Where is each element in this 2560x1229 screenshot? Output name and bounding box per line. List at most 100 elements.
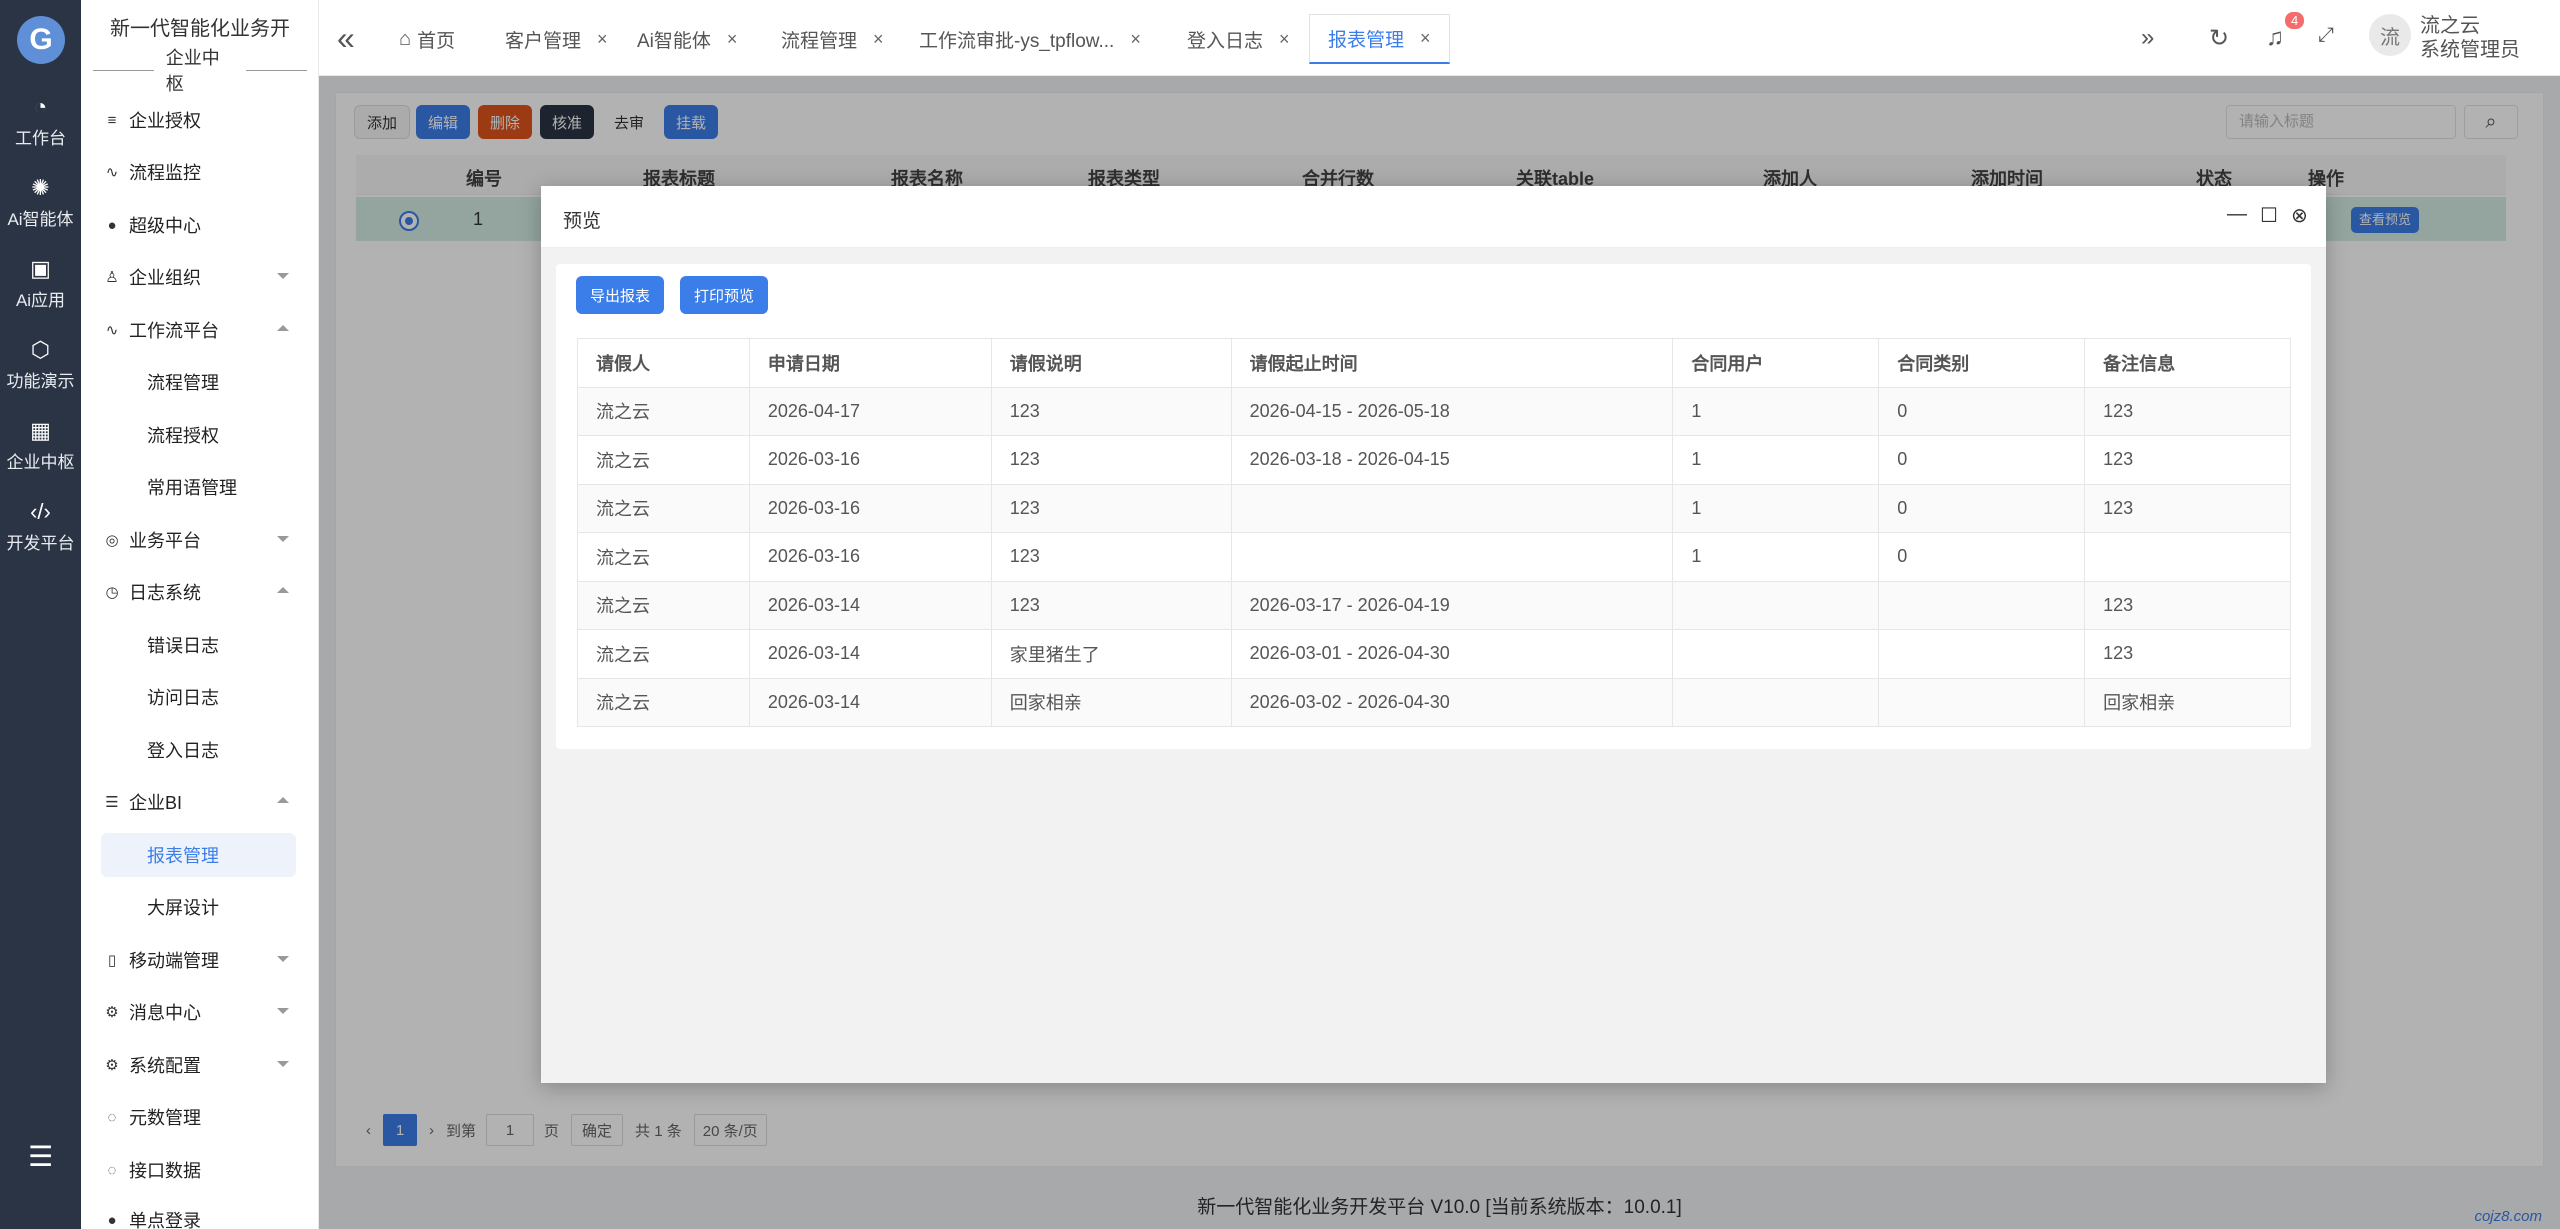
column-header: 请假说明	[990, 338, 1232, 388]
user-icon: ♙	[105, 269, 119, 286]
table-cell	[1878, 629, 2086, 679]
avatar[interactable]: 流	[2369, 14, 2411, 56]
table-row: 流之云 2026-03-16 123 1 0 123	[577, 483, 2291, 533]
print-preview-button[interactable]: 打印预览	[680, 276, 769, 314]
table-row: 流之云 2026-04-17 123 2026-04-15 - 2026-05-18 1…	[577, 386, 2291, 436]
rail-item-hub[interactable]: ▦ 企业中枢	[0, 410, 81, 480]
double-chevron-right-icon[interactable]: »	[2141, 24, 2154, 52]
rail-item-ai-agent[interactable]: ✺ Ai智能体	[0, 167, 81, 237]
mobile-icon: ▯	[107, 952, 117, 969]
menu-item-access-log[interactable]: 访问日志	[81, 675, 318, 719]
side-menu: 新一代智能化业务开 企业中枢 ≡ 企业授权 ∿ 流程监控 ● 超级中心 ♙ 企业组织 ∿…	[81, 0, 319, 1229]
table-cell	[1672, 580, 1880, 630]
table-cell: 流之云	[577, 629, 750, 679]
menu-item-enterprise-auth[interactable]: ≡ 企业授权	[81, 98, 318, 142]
export-report-button[interactable]: 导出报表	[576, 276, 665, 314]
minimize-icon[interactable]: —	[2227, 203, 2247, 226]
table-cell: 2026-03-14	[748, 677, 992, 727]
menu-label: 流程监控	[129, 163, 201, 183]
menu-item-process-manage[interactable]: 流程管理	[81, 360, 318, 404]
menu-item-phrases[interactable]: 常用语管理	[81, 465, 318, 509]
menu-item-screen-design[interactable]: 大屏设计	[81, 885, 318, 929]
menu-item-process-monitor[interactable]: ∿ 流程监控	[81, 150, 318, 194]
sliders-icon: ≡	[107, 111, 117, 129]
menu-item-error-log[interactable]: 错误日志	[81, 623, 318, 667]
chevron-down-icon	[277, 1008, 289, 1014]
rail-item-dev[interactable]: ‹/› 开发平台	[0, 491, 81, 561]
close-icon[interactable]: ×	[1279, 29, 1290, 50]
table-cell	[1878, 580, 2086, 630]
close-icon[interactable]: ×	[597, 29, 608, 50]
rail-item-ai-app[interactable]: ▣ Ai应用	[0, 248, 81, 318]
table-row: 流之云 2026-03-14 回家相亲 2026-03-02 - 2026-04-30…	[577, 677, 2291, 727]
table-cell: 123	[2084, 386, 2291, 436]
top-bar: « ⌂ 首页 客户管理 × Ai智能体 × 流程管理 × 工作流审批-ys_tpflow…	[319, 0, 2560, 76]
chevron-down-icon	[277, 1061, 289, 1067]
spinner-icon: ◌	[107, 1108, 117, 1126]
list-icon: ☰	[105, 794, 119, 811]
rail-item-demo[interactable]: ⬡ 功能演示	[0, 329, 81, 399]
menu-label: 流程管理	[147, 373, 219, 393]
table-cell: 2026-04-15 - 2026-05-18	[1230, 386, 1674, 436]
code-icon: ‹/›	[30, 498, 51, 524]
rail-item-workbench[interactable]: ◔ 工作台	[0, 86, 81, 156]
tab-report-manage[interactable]: 报表管理 ×	[1309, 14, 1450, 64]
menu-item-system-config[interactable]: ⚙ 系统配置	[81, 1043, 318, 1087]
menu-label: 流程授权	[147, 426, 219, 446]
menu-item-message[interactable]: ⚙ 消息中心	[81, 990, 318, 1034]
menu-item-business[interactable]: ◎ 业务平台	[81, 518, 318, 562]
menu-item-process-auth[interactable]: 流程授权	[81, 413, 318, 457]
table-cell: 流之云	[577, 483, 750, 533]
icon-rail: G ◔ 工作台 ✺ Ai智能体 ▣ Ai应用 ⬡ 功能演示 ▦ 企业中枢 ‹/› 开发平台 …	[0, 0, 81, 1229]
fullscreen-icon[interactable]: ⤢	[2318, 24, 2334, 47]
table-cell: 流之云	[577, 532, 750, 582]
tab-workflow-approval[interactable]: 工作流审批-ys_tpflow... ×	[901, 14, 1159, 64]
menu-item-workflow[interactable]: ∿ 工作流平台	[81, 308, 318, 352]
table-cell: 流之云	[577, 677, 750, 727]
menu-item-log-system[interactable]: ◷ 日志系统	[81, 570, 318, 614]
chevron-down-icon	[277, 956, 289, 962]
menu-label: 移动端管理	[129, 951, 219, 971]
refresh-icon[interactable]: ↻	[2209, 24, 2229, 53]
table-row: 流之云 2026-03-16 123 1 0	[577, 532, 2291, 582]
menu-toggle-icon[interactable]: ☰	[0, 1135, 81, 1177]
maximize-icon[interactable]: ☐	[2260, 203, 2278, 228]
brand-title: 新一代智能化业务开	[110, 18, 290, 40]
menu-item-enterprise-bi[interactable]: ☰ 企业BI	[81, 780, 318, 824]
menu-item-metadata[interactable]: ◌ 元数管理	[81, 1095, 318, 1139]
menu-item-sso[interactable]: ● 单点登录	[81, 1198, 318, 1229]
column-header: 请假起止时间	[1230, 338, 1674, 388]
bell-icon[interactable]: ♫	[2266, 24, 2284, 52]
close-icon[interactable]: ×	[873, 29, 884, 50]
menu-item-mobile[interactable]: ▯ 移动端管理	[81, 938, 318, 982]
table-cell: 0	[1878, 483, 2086, 533]
tab-home[interactable]: ⌂ 首页	[381, 14, 473, 64]
menu-item-report-manage[interactable]: 报表管理	[101, 833, 296, 877]
menu-item-login-log[interactable]: 登入日志	[81, 728, 318, 772]
menu-item-org[interactable]: ♙ 企业组织	[81, 255, 318, 299]
table-cell: 123	[990, 483, 1232, 533]
table-cell: 2026-03-01 - 2026-04-30	[1230, 629, 1674, 679]
close-icon[interactable]: ×	[1420, 28, 1431, 49]
column-header: 请假人	[577, 338, 750, 388]
pulse-icon: ∿	[105, 322, 119, 339]
tab-login-log[interactable]: 登入日志 ×	[1169, 14, 1308, 64]
tab-process[interactable]: 流程管理 ×	[763, 14, 902, 64]
modal-title: 预览	[563, 211, 602, 232]
menu-label: 报表管理	[147, 846, 219, 866]
table-cell: 2026-03-16	[748, 435, 992, 485]
table-cell: 回家相亲	[990, 677, 1232, 727]
tab-customer[interactable]: 客户管理 ×	[487, 14, 626, 64]
table-cell: 2026-03-17 - 2026-04-19	[1230, 580, 1674, 630]
close-icon[interactable]: ×	[727, 29, 738, 50]
close-icon[interactable]: ⊗	[2291, 203, 2308, 228]
double-chevron-left-icon[interactable]: «	[337, 22, 355, 54]
tab-ai-agent[interactable]: Ai智能体 ×	[619, 14, 755, 64]
menu-label: 消息中心	[129, 1003, 201, 1023]
user-info[interactable]: 流之云 系统管理员	[2420, 14, 2520, 62]
close-icon[interactable]: ×	[1130, 29, 1141, 50]
table-cell: 0	[1878, 532, 2086, 582]
menu-item-interface-data[interactable]: ◌ 接口数据	[81, 1148, 318, 1192]
menu-item-super-center[interactable]: ● 超级中心	[81, 203, 318, 247]
menu-label: 工作流平台	[129, 321, 219, 341]
